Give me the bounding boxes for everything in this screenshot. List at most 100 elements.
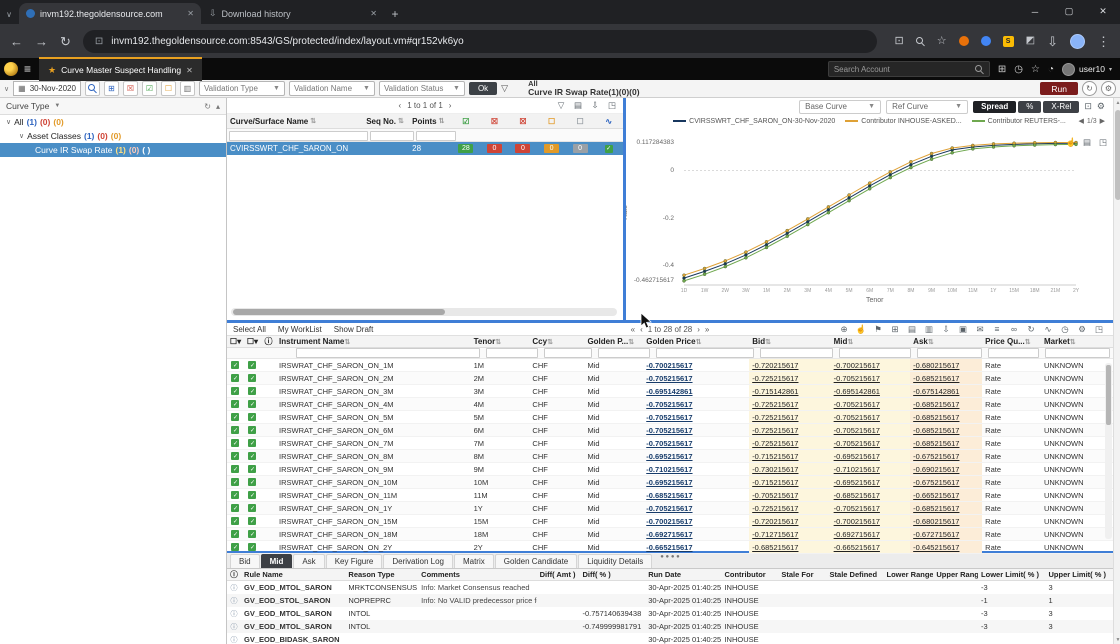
legend-next-icon[interactable]: ▶ [1100,117,1105,125]
legend-item-1[interactable]: Contributor INHOUSE-ASKED... [845,118,962,125]
bid-value[interactable]: -0.725215617 [752,426,798,435]
ask-value[interactable]: -0.675215617 [913,452,959,461]
filter-input[interactable] [598,348,650,358]
rule-column-header[interactable]: Lower Limit( % ) [978,569,1045,580]
next-page-icon[interactable]: › [697,325,700,334]
curve-column-header[interactable]: Seq No. ⇅ [363,114,409,128]
instrument-row[interactable]: ✓ ✓ IRSWRAT_CHF_SARON_ON_11M 11M CHF Mid -0.68… [227,489,1113,502]
apps-grid-icon[interactable]: ⊞ [998,64,1006,75]
legend-item-0[interactable]: CVIRSSWRT_CHF_SARON_ON-30-Nov-2020 [673,118,835,125]
grid-column-header[interactable]: Bid ⇅ [749,336,830,347]
bid-value[interactable]: -0.715142861 [752,387,798,396]
bid-value[interactable]: -0.725215617 [752,374,798,383]
select-checkbox[interactable]: ✓ [231,400,240,408]
ref-curve-select[interactable]: Ref Curve ▼ [886,99,969,114]
tab-search-icon[interactable]: ∨ [0,4,18,24]
filter-input[interactable] [295,348,481,358]
golden-price-link[interactable]: -0.705215617 [646,374,692,383]
worklist-checkbox[interactable]: ✓ [248,504,257,512]
worklist-checkbox[interactable]: ✓ [248,400,257,408]
table-icon[interactable]: ▤ [904,323,920,335]
search-icon[interactable] [974,64,984,74]
select-checkbox[interactable]: ✓ [231,387,240,395]
maximize-icon[interactable]: ◳ [1091,323,1107,335]
tree-panel-header[interactable]: Curve Type ▼ ↻ ▴ [0,98,226,115]
bid-value[interactable]: -0.720215617 [752,517,798,526]
info-icon[interactable]: ⓘ [231,596,238,606]
golden-price-link[interactable]: -0.695215617 [646,452,692,461]
bid-value[interactable]: -0.705215617 [752,491,798,500]
browser-tab-downloads[interactable]: ⇩ Download history ✕ [202,3,384,24]
app-vscrollbar[interactable]: ▲ ▼ [1113,98,1120,644]
maximize-button[interactable]: ▢ [1052,0,1086,23]
tree-item-2[interactable]: Curve IR Swap Rate (1) (0)( ) [0,143,226,157]
instrument-row[interactable]: ✓ ✓ IRSWRAT_CHF_SARON_ON_10M 10M CHF Mid -0.69… [227,476,1113,489]
ask-value[interactable]: -0.675142861 [913,387,959,396]
link-icon[interactable]: ∞ [1006,323,1022,335]
worklist-checkbox[interactable]: ✓ [248,530,257,538]
panel-icon[interactable]: ▤ [1080,136,1094,148]
rule-column-header[interactable]: Diff( Amt ) [537,569,580,580]
select-checkbox[interactable]: ✓ [231,543,240,551]
tab-close-icon[interactable]: ✕ [370,9,377,18]
mid-value[interactable]: -0.705215617 [834,439,880,448]
close-button[interactable]: ✕ [1086,0,1120,23]
reload-icon[interactable]: ↻ [60,35,71,48]
layout-icon[interactable]: ⊞ [103,81,119,96]
worklist-checkbox[interactable]: ✓ [248,517,257,525]
instrument-row[interactable]: ✓ ✓ IRSWRAT_CHF_SARON_ON_2M 2M CHF Mid -0.7052… [227,372,1113,385]
rejected-icon[interactable]: ☒ [480,114,509,128]
curve-column-header[interactable]: Points ⇅ [409,114,451,128]
pin-icon[interactable]: ⊕ [836,323,852,335]
reject-all-icon[interactable]: ☒ [122,81,138,96]
extension-blue-icon[interactable] [980,36,991,46]
history-icon[interactable]: ◷ [1057,323,1073,335]
site-settings-icon[interactable]: ⊡ [95,36,103,47]
browser-tab-active[interactable]: invm192.thegoldensource.com ✕ [19,3,201,24]
add-icon[interactable]: ⊞ [887,323,903,335]
mid-value[interactable]: -0.695215617 [834,478,880,487]
refresh-icon[interactable]: ↻ [1023,323,1039,335]
ask-value[interactable]: -0.685215617 [913,504,959,513]
scroll-up-icon[interactable]: ▲ [1114,100,1120,106]
grid-column-header[interactable]: Instrument Name ⇅ [276,336,471,347]
ask-value[interactable]: -0.680215617 [913,517,959,526]
filter-input[interactable] [229,130,369,141]
instrument-row[interactable]: ✓ ✓ IRSWRAT_CHF_SARON_ON_8M 8M CHF Mid -0.6952… [227,450,1113,463]
tree-expand-icon[interactable]: ∨ [6,118,11,126]
rule-column-header[interactable]: Rule Name [241,569,345,580]
grid-column-header[interactable]: Ccy ⇅ [529,336,584,347]
validation-type-select[interactable]: Validation Type ▼ [198,81,285,96]
grid-vscrollbar[interactable] [1105,363,1112,539]
bid-value[interactable]: -0.730215617 [752,465,798,474]
like-icon[interactable]: ☝ [1064,136,1078,148]
golden-price-link[interactable]: -0.685215617 [646,491,692,500]
extensions-puzzle-icon[interactable]: ◩ [1026,36,1035,46]
filter-input[interactable] [987,348,1040,358]
instrument-row[interactable]: ✓ ✓ IRSWRAT_CHF_SARON_ON_2Y 2Y CHF Mid -0.6652… [227,541,1113,554]
select-checkbox[interactable]: ✓ [231,413,240,421]
grid-column-header[interactable]: Ask ⇅ [910,336,982,347]
thumbs-up-icon[interactable]: ☝ [853,323,869,335]
instrument-row[interactable]: ✓ ✓ IRSWRAT_CHF_SARON_ON_15M 15M CHF Mid -0.70… [227,515,1113,528]
filter-input[interactable] [917,348,982,358]
list-icon[interactable]: ≡ [989,323,1005,335]
bid-value[interactable]: -0.725215617 [752,413,798,422]
forward-icon[interactable]: → [35,35,48,48]
chart-gear-icon[interactable]: ⚙ [1097,101,1105,112]
history-icon[interactable]: ◷ [1014,64,1023,75]
filter-input[interactable] [759,348,834,358]
user-menu[interactable]: user10 ▾ [1061,62,1112,76]
bid-value[interactable]: -0.720215617 [752,361,798,370]
worklist-checkbox[interactable]: ✓ [248,491,257,499]
select-checkbox[interactable]: ✓ [231,478,240,486]
rule-column-header[interactable]: Comments [418,569,536,580]
gear-icon[interactable]: ⚙ [1074,323,1090,335]
ask-value[interactable]: -0.665215617 [913,491,959,500]
worklist-checkbox[interactable]: ✓ [248,452,257,460]
back-icon[interactable]: ← [10,35,23,48]
cast-icon[interactable]: ⊡ [895,35,904,47]
filter-input[interactable] [370,130,415,141]
curve-table-row-selected[interactable]: CVIRSSWRT_CHF_SARON_ON 28 28 0 0 0 0 ✓ [227,142,623,155]
mid-value[interactable]: -0.700215617 [834,517,880,526]
